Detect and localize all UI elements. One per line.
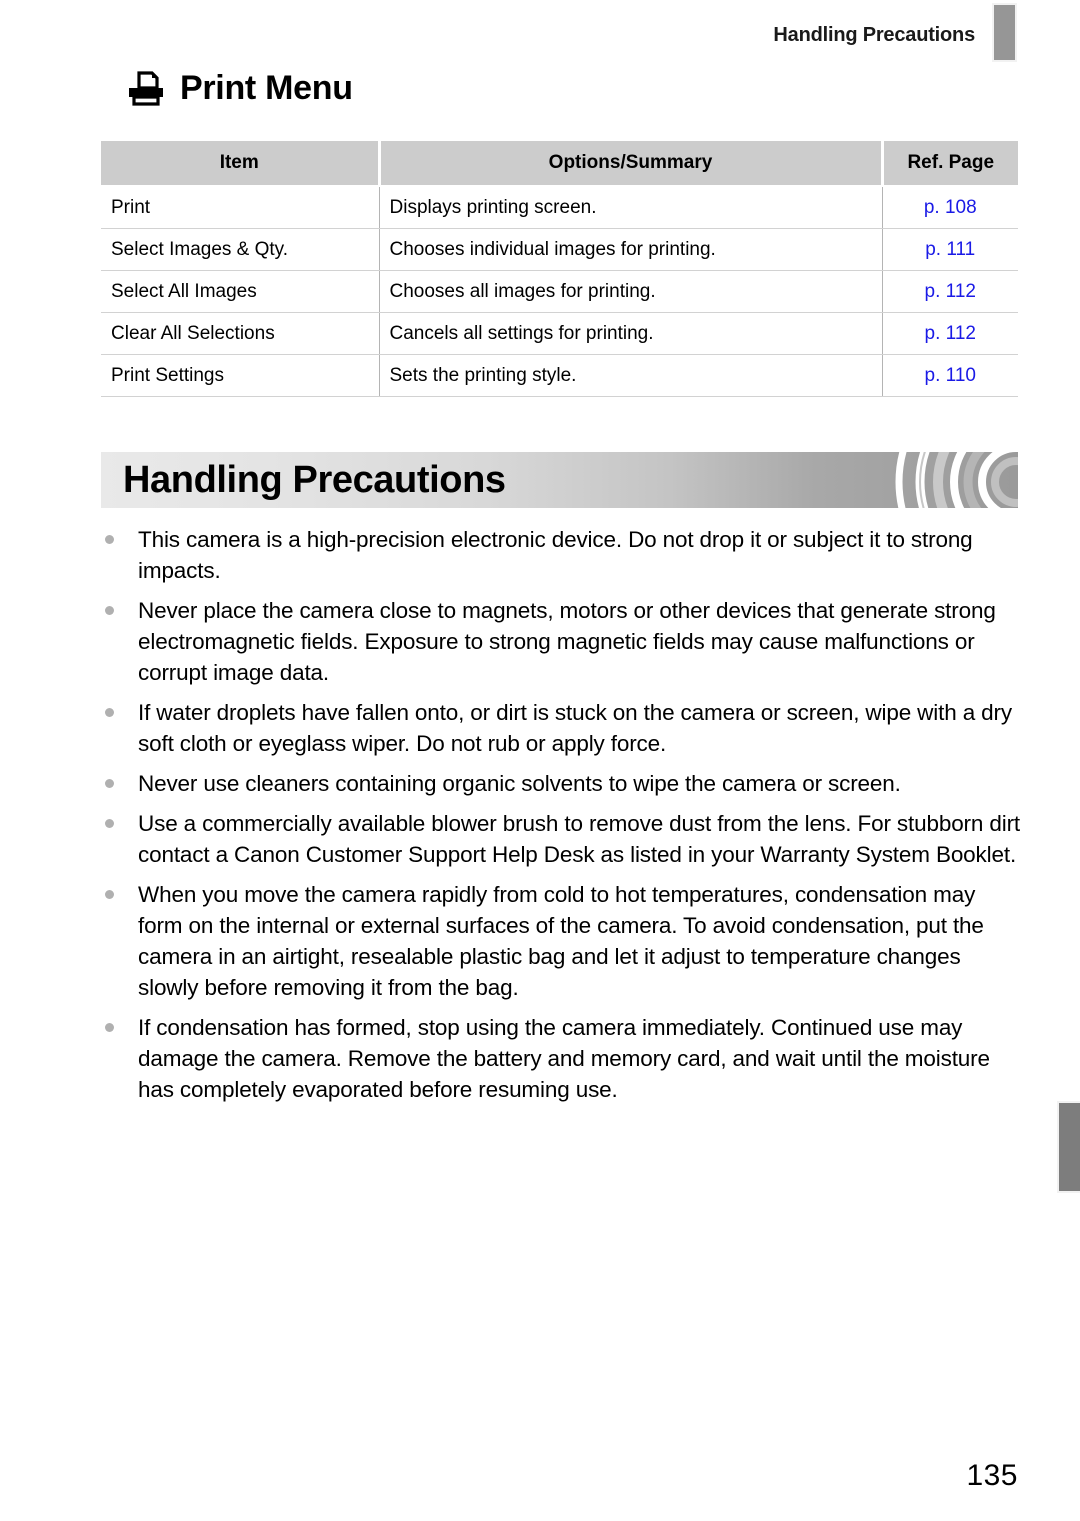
banner-arc-decoration (895, 452, 1018, 508)
list-item: If water droplets have fallen onto, or d… (100, 697, 1025, 759)
printer-icon (126, 68, 166, 108)
list-item-text: If condensation has formed, stop using t… (138, 1015, 990, 1102)
cell-ref-link[interactable]: p. 111 (882, 228, 1018, 271)
table-row: Clear All Selections Cancels all setting… (101, 312, 1018, 355)
cell-options: Chooses all images for printing. (379, 270, 883, 313)
list-item-text: If water droplets have fallen onto, or d… (138, 700, 1012, 756)
chapter-tab-marker-top (992, 3, 1017, 62)
list-item-text: Never use cleaners containing organic so… (138, 771, 901, 796)
cell-ref-link[interactable]: p. 110 (882, 354, 1018, 397)
bullet-icon (105, 1023, 114, 1032)
list-item: Use a commercially available blower brus… (100, 808, 1025, 870)
cell-ref-link[interactable]: p. 112 (882, 312, 1018, 355)
cell-item: Clear All Selections (101, 312, 380, 355)
list-item-text: Never place the camera close to magnets,… (138, 598, 996, 685)
table-row: Print Displays printing screen. p. 108 (101, 186, 1018, 229)
list-item-text: This camera is a high-precision electron… (138, 527, 973, 583)
section-title: Print Menu (126, 68, 353, 108)
list-item-text: Use a commercially available blower brus… (138, 811, 1021, 867)
column-header-item: Item (101, 141, 381, 187)
list-item: When you move the camera rapidly from co… (100, 879, 1025, 1003)
cell-item: Select Images & Qty. (101, 228, 380, 271)
running-header: Handling Precautions (773, 24, 975, 46)
list-item: Never place the camera close to magnets,… (100, 595, 1025, 688)
cell-options: Cancels all settings for printing. (379, 312, 883, 355)
chapter-banner: Handling Precautions (101, 452, 1018, 508)
cell-item: Print Settings (101, 354, 380, 397)
table-row: Select All Images Chooses all images for… (101, 270, 1018, 313)
cell-options: Sets the printing style. (379, 354, 883, 397)
precautions-list: This camera is a high-precision electron… (100, 524, 1025, 1105)
page-number: 135 (966, 1459, 1018, 1492)
cell-ref-link[interactable]: p. 108 (882, 186, 1018, 229)
cell-item: Print (101, 186, 380, 229)
bullet-icon (105, 535, 114, 544)
table-row: Select Images & Qty. Chooses individual … (101, 228, 1018, 271)
list-item: Never use cleaners containing organic so… (100, 768, 1025, 799)
chapter-tab-marker-side (1057, 1101, 1080, 1193)
chapter-title: Handling Precautions (123, 459, 506, 501)
section-title-text: Print Menu (180, 69, 353, 107)
list-item-text: When you move the camera rapidly from co… (138, 882, 984, 1000)
cell-item: Select All Images (101, 270, 380, 313)
table-row: Print Settings Sets the printing style. … (101, 354, 1018, 397)
column-header-ref: Ref. Page (880, 141, 1018, 187)
cell-options: Chooses individual images for printing. (379, 228, 883, 271)
list-item: If condensation has formed, stop using t… (100, 1012, 1025, 1105)
cell-ref-link[interactable]: p. 112 (882, 270, 1018, 313)
print-menu-table: Item Options/Summary Ref. Page Print Dis… (101, 141, 1018, 397)
bullet-icon (105, 779, 114, 788)
list-item: This camera is a high-precision electron… (100, 524, 1025, 586)
bullet-icon (105, 708, 114, 717)
column-header-options: Options/Summary (379, 141, 882, 187)
bullet-icon (105, 890, 114, 899)
bullet-icon (105, 606, 114, 615)
cell-options: Displays printing screen. (379, 186, 883, 229)
table-header-row: Item Options/Summary Ref. Page (101, 141, 1018, 187)
bullet-icon (105, 819, 114, 828)
